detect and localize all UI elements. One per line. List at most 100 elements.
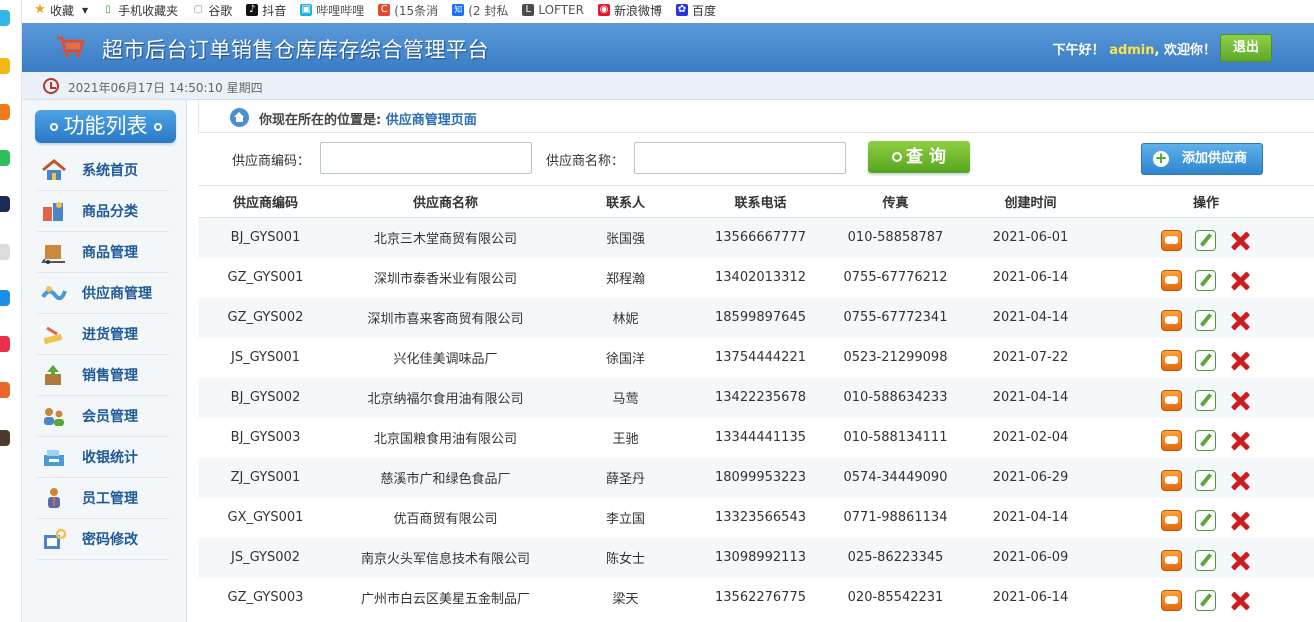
logout-button[interactable]: 退出 [1220,34,1272,62]
table-header-row: 供应商编码 供应商名称 联系人 联系电话 传真 创建时间 操作 [198,185,1314,218]
table-cell: 18099953223 [693,457,828,498]
view-detail-icon[interactable] [1161,390,1182,411]
bookmark-item[interactable]: ▣ 哔哩哔哩 [300,2,364,19]
home-icon [230,108,249,127]
supplier-name-input[interactable] [634,142,846,174]
side-app-icon[interactable] [0,104,10,120]
side-app-icon[interactable] [0,336,10,352]
column-header: 供应商编码 [198,185,333,218]
supplier-code-input[interactable] [320,142,532,174]
side-app-icon[interactable] [0,196,10,212]
password-icon [44,528,67,549]
table-cell: GZ_GYS002 [198,297,333,338]
table-cell: 010-588634233 [828,377,963,418]
table-cell: 李立国 [605,512,645,527]
supplier-name-label: 供应商名称： [546,154,625,169]
side-app-icon[interactable] [0,290,10,306]
sidebar-item-member[interactable]: 会员管理 [37,396,169,437]
table-cell: 南京火头军信息技术有限公司 [333,537,558,578]
table-cell: 北京国粮食用油有限公司 [373,432,517,447]
side-app-icon[interactable] [0,10,10,26]
sidebar-item-home[interactable]: 系统首页 [37,150,169,191]
bookmark-item[interactable]: ♪ 抖音 [246,2,286,19]
sidebar-item-purchase[interactable]: 进货管理 [37,314,169,355]
edit-icon[interactable] [1195,350,1216,371]
column-header: 联系电话 [693,185,828,218]
sidebar-item-sales[interactable]: 销售管理 [37,355,169,396]
edit-icon[interactable] [1195,390,1216,411]
view-detail-icon[interactable] [1161,470,1182,491]
side-app-icon[interactable] [0,58,10,74]
bookmark-item[interactable]: C (15条消 [378,2,438,19]
view-detail-icon[interactable] [1161,430,1182,451]
delete-icon[interactable] [1229,430,1251,452]
edit-icon[interactable] [1195,310,1216,331]
edit-icon[interactable] [1195,550,1216,571]
view-detail-icon[interactable] [1161,350,1182,371]
bookmark-item[interactable]: ▢ 谷歌 [192,2,232,19]
delete-icon[interactable] [1229,270,1251,292]
table-cell: JS_GYS001 [230,350,301,365]
edit-icon[interactable] [1195,430,1216,451]
bookmark-item[interactable]: ✿ 百度 [676,2,716,19]
table-cell: 王驰 [612,432,639,447]
delete-icon[interactable] [1229,470,1251,492]
search-button[interactable]: 查 询 [868,141,970,173]
delete-icon[interactable] [1229,590,1251,612]
table-cell: 020-85542231 [847,590,944,605]
bullet-icon [49,123,58,131]
view-detail-icon[interactable] [1161,510,1182,531]
star-icon: ★ [34,2,46,17]
edit-icon[interactable] [1195,590,1216,611]
edit-icon[interactable] [1195,470,1216,491]
delete-icon[interactable] [1229,550,1251,572]
plus-icon: + [1153,149,1169,167]
bookmark-item[interactable]: ▯ 手机收藏夹 [102,2,178,19]
table-cell: 0755-67776212 [843,270,948,285]
view-detail-icon[interactable] [1161,590,1182,611]
add-supplier-button[interactable]: + 添加供应商 [1141,143,1263,175]
table-cell: 13422235678 [693,377,828,418]
bookmark-item[interactable]: L LOFTER [522,3,584,17]
sidebar-item-staff[interactable]: 员工管理 [37,478,169,519]
edit-icon[interactable] [1195,270,1216,291]
delete-icon[interactable] [1229,350,1251,372]
row-actions [1098,258,1314,298]
delete-icon[interactable] [1229,310,1251,332]
table-cell: 2021-04-14 [963,377,1098,418]
table-cell: 慈溪市广和绿色食品厂 [333,457,558,498]
delete-icon[interactable] [1229,230,1251,252]
table-cell: 薛圣丹 [558,457,693,498]
sidebar-item-category[interactable]: 商品分类 [37,191,169,232]
chevron-down-icon[interactable]: ▼ [82,6,88,15]
delete-icon[interactable] [1229,390,1251,412]
sidebar-item-goods[interactable]: 商品管理 [37,232,169,273]
table-cell: ZJ_GYS001 [198,457,333,498]
edit-icon[interactable] [1195,230,1216,252]
member-icon [44,408,64,426]
edit-icon[interactable] [1195,510,1216,531]
bookmark-item[interactable]: ◉ 新浪微博 [597,2,662,19]
side-app-icon[interactable] [0,430,10,446]
home-menu-icon [42,159,66,180]
sidebar-item-cashier[interactable]: 收银统计 [37,437,169,478]
browser-side-strip [0,0,22,622]
table-cell: JS_GYS002 [198,537,333,578]
side-app-icon[interactable] [0,244,10,260]
table-cell: GX_GYS001 [227,510,304,525]
side-app-icon[interactable] [0,150,10,166]
bookmark-favorites[interactable]: ★ 收藏 ▼ [34,2,88,19]
bookmark-item[interactable]: 知 (2 封私 [452,2,508,19]
sidebar-item-password[interactable]: 密码修改 [37,519,169,560]
view-detail-icon[interactable] [1161,550,1182,571]
sidebar-item-supplier[interactable]: 供应商管理 [37,273,169,314]
view-detail-icon[interactable] [1161,230,1182,252]
table-cell: 13562276775 [715,590,806,605]
view-detail-icon[interactable] [1161,270,1182,291]
supplier-table: 供应商编码 供应商名称 联系人 联系电话 传真 创建时间 操作 BJ_GYS00… [198,185,1314,618]
side-app-icon[interactable] [0,382,10,398]
delete-icon[interactable] [1229,510,1251,532]
table-row: JS_GYS002 南京火头军信息技术有限公司 陈女士 13098992113 025-… [198,537,1314,578]
table-cell: 郑程瀚 [605,272,645,287]
view-detail-icon[interactable] [1161,310,1182,331]
